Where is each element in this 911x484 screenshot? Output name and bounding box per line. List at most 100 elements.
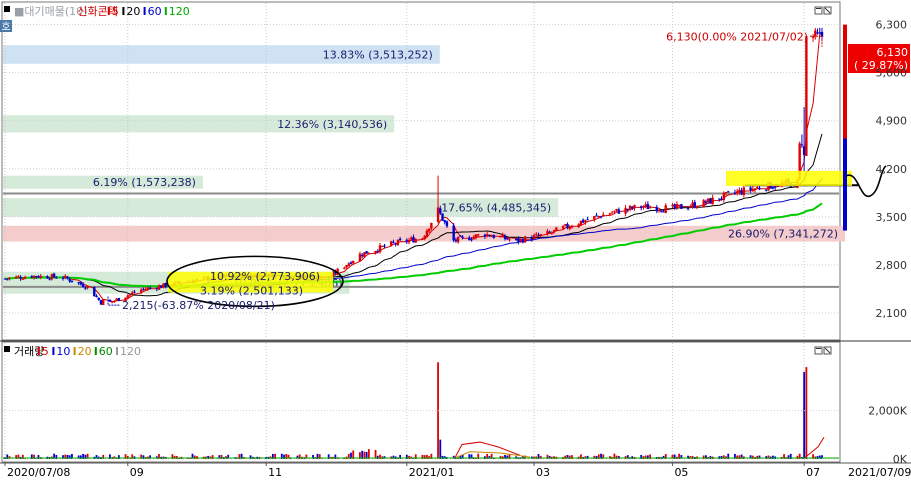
price-range-bar-down xyxy=(843,138,847,231)
candle-body xyxy=(108,299,112,302)
candle-body xyxy=(602,214,605,217)
candle-body xyxy=(519,238,522,241)
x-tick-label: 2021/01 xyxy=(409,466,455,479)
y-tick-label: 6,300 xyxy=(876,19,908,32)
legend-label: 5 xyxy=(42,345,49,358)
candle-body xyxy=(523,236,527,243)
candle-body xyxy=(677,204,681,206)
candle-body xyxy=(441,213,444,221)
candle-body xyxy=(689,206,692,208)
legend-swatch xyxy=(52,347,55,355)
candle-body xyxy=(456,236,460,243)
high-price-annotation: 6,130(0.00% 2021/07/02) xyxy=(666,30,808,43)
y-tick-label: 2,000K xyxy=(868,405,907,418)
candle-body xyxy=(117,297,121,301)
candle-body xyxy=(660,210,663,212)
candle-body xyxy=(37,276,40,278)
candle-body xyxy=(365,251,368,254)
scroll-handle-icon[interactable] xyxy=(4,346,10,352)
candle-body xyxy=(631,206,634,209)
candle-body xyxy=(392,241,395,243)
candle-body xyxy=(452,225,455,241)
close-icon[interactable] xyxy=(823,6,832,15)
y-tick-label: 4,200 xyxy=(876,163,908,176)
x-tick-label: 09 xyxy=(130,466,144,479)
candle-body xyxy=(97,297,100,300)
legend-label: 거래량 xyxy=(14,345,44,358)
candle-body xyxy=(367,253,371,255)
candle-body xyxy=(358,253,362,262)
candle-body xyxy=(570,226,574,228)
candle-body xyxy=(662,211,665,213)
candle-body xyxy=(758,188,761,190)
candle-body xyxy=(133,291,136,293)
legend-label: 60 xyxy=(99,345,113,358)
candle-body xyxy=(581,219,585,223)
candle-body xyxy=(64,275,67,278)
legend-swatch xyxy=(164,7,167,15)
candle-body xyxy=(517,238,520,242)
candle-body xyxy=(586,219,589,221)
candle-body xyxy=(820,31,824,37)
candle-body xyxy=(742,187,746,196)
scroll-handle-icon[interactable] xyxy=(4,6,10,12)
candle-body xyxy=(706,198,710,203)
candle-body xyxy=(55,277,58,279)
candle-body xyxy=(555,227,558,231)
candle-body xyxy=(14,276,18,279)
y-tick-label: 0K xyxy=(893,453,908,466)
candle-body xyxy=(818,32,821,34)
candle-body xyxy=(686,208,690,210)
candle-body xyxy=(360,254,364,257)
y-tick-label: 2,100 xyxy=(876,307,908,320)
y-tick-label: 5,600 xyxy=(876,67,908,80)
candle-body xyxy=(35,276,38,278)
candle-body xyxy=(461,236,464,238)
candle-body xyxy=(389,241,393,246)
candle-body xyxy=(414,239,417,243)
candle-body xyxy=(613,210,616,212)
candle-body xyxy=(128,294,132,296)
candle-body xyxy=(552,229,556,232)
maximize-icon[interactable] xyxy=(814,346,823,355)
candle-body xyxy=(646,204,650,210)
candle-body xyxy=(485,234,489,237)
candle-body xyxy=(753,188,757,191)
candle-body xyxy=(423,235,426,240)
candle-body xyxy=(131,292,134,295)
candle-body xyxy=(675,204,679,209)
volume-bar xyxy=(367,449,370,459)
candle-body xyxy=(412,237,415,243)
volume-bar xyxy=(126,455,129,459)
candle-body xyxy=(436,207,440,222)
candle-body xyxy=(615,208,618,211)
candle-body xyxy=(39,275,42,278)
candle-body xyxy=(727,191,730,193)
candle-body xyxy=(499,236,502,238)
candle-body xyxy=(157,285,161,290)
x-tick-label: 11 xyxy=(268,466,282,479)
candle-body xyxy=(8,277,11,279)
candle-body xyxy=(535,234,538,236)
candle-body xyxy=(733,192,737,194)
candle-body xyxy=(363,252,366,258)
candle-body xyxy=(720,198,723,200)
y-tick-label: 2,800 xyxy=(876,259,908,272)
close-icon[interactable] xyxy=(823,346,832,355)
candle-body xyxy=(6,278,9,280)
candle-body xyxy=(735,191,739,194)
candle-body xyxy=(664,205,667,213)
y-tick-label: 3,500 xyxy=(876,211,908,224)
y-tick-label: 4,900 xyxy=(876,115,908,128)
candle-body xyxy=(599,216,603,218)
x-tick-label: 05 xyxy=(674,466,688,479)
candle-body xyxy=(546,231,549,235)
maximize-icon[interactable] xyxy=(814,6,823,15)
candle-body xyxy=(126,295,129,298)
candle-body xyxy=(740,190,743,195)
candle-body xyxy=(345,265,348,268)
legend-swatch xyxy=(94,347,97,355)
legend-label: 20 xyxy=(78,345,92,358)
candle-body xyxy=(155,288,158,290)
candle-body xyxy=(378,245,382,253)
